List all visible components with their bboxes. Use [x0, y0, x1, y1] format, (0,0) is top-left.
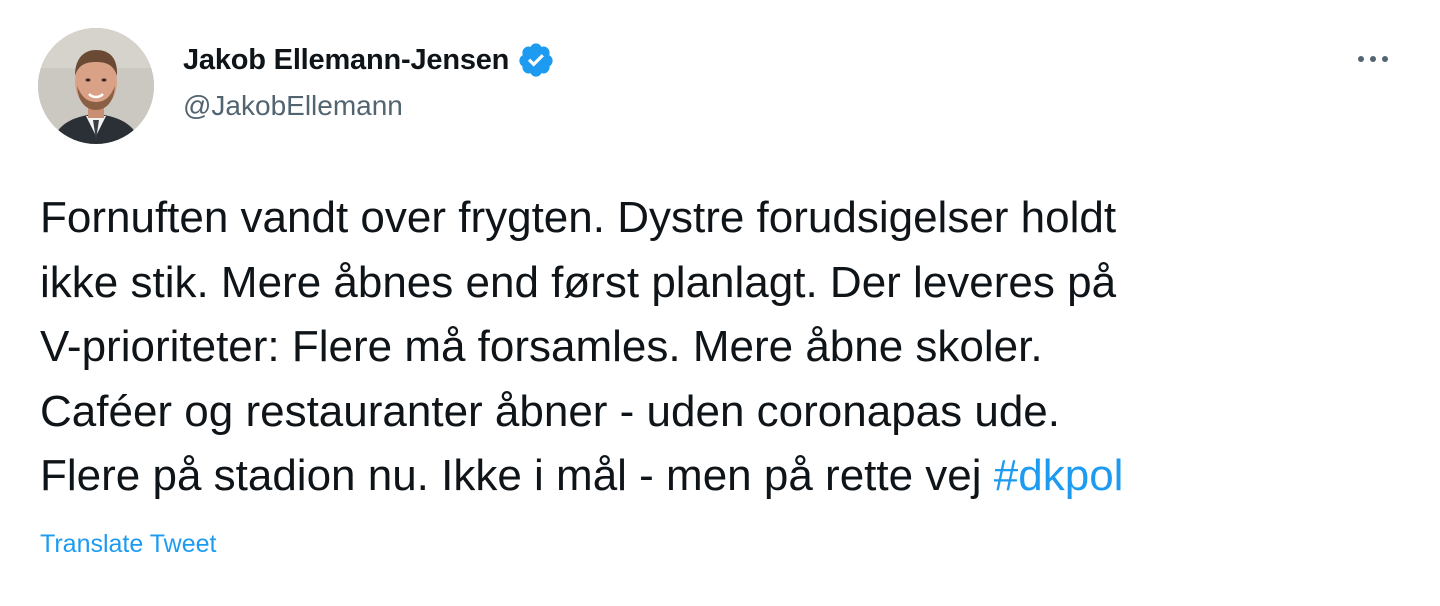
tweet-text-last-line: Flere på stadion nu. Ikke i mål - men på…	[40, 444, 1420, 509]
tweet-text-line: Caféer og restauranter åbner - uden coro…	[40, 386, 1060, 436]
tweet-text-line: Flere på stadion nu. Ikke i mål - men på…	[40, 451, 994, 500]
tweet-text-line: ikke stik. Mere åbnes end først planlagt…	[40, 257, 1117, 307]
more-dot	[1382, 56, 1388, 62]
hashtag-link[interactable]: #dkpol	[994, 451, 1124, 500]
author-display-name[interactable]: Jakob Ellemann-Jensen	[183, 44, 509, 77]
more-dot	[1358, 56, 1364, 62]
translate-tweet-link[interactable]: Translate Tweet	[40, 530, 216, 559]
tweet-text-line: V-prioriteter: Flere må forsamles. Mere …	[40, 322, 1043, 371]
tweet-text: Fornuften vandt over frygten. Dystre for…	[40, 186, 1420, 509]
tweet-card: Jakob Ellemann-Jensen @JakobEllemann For…	[0, 0, 1440, 606]
avatar-photo-icon	[38, 28, 154, 144]
avatar[interactable]	[38, 28, 154, 144]
author-handle[interactable]: @JakobEllemann	[183, 90, 403, 122]
tweet-text-line: Fornuften vandt over frygten. Dystre for…	[40, 193, 1117, 242]
verified-badge-icon	[517, 41, 555, 79]
more-dot	[1370, 56, 1376, 62]
author-name-row: Jakob Ellemann-Jensen	[183, 38, 555, 82]
more-options-icon[interactable]	[1350, 44, 1396, 74]
